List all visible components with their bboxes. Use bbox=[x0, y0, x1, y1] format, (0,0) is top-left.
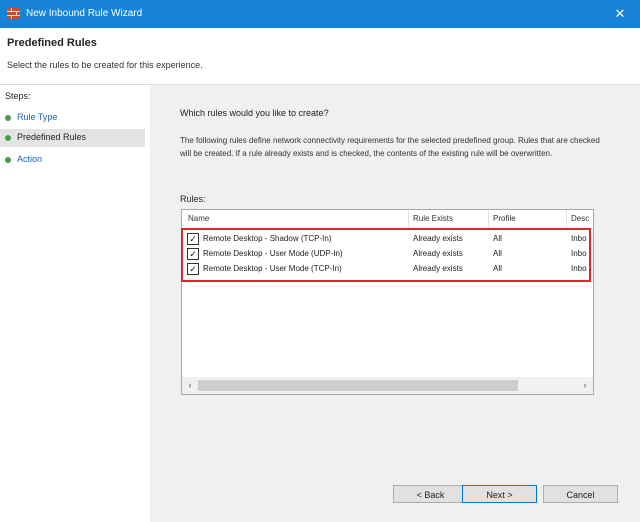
column-name[interactable]: Name bbox=[188, 214, 209, 223]
step-predefined-rules[interactable]: Predefined Rules bbox=[0, 129, 145, 147]
rule-profile: All bbox=[493, 264, 502, 273]
horizontal-scrollbar[interactable]: ‹ › bbox=[182, 377, 593, 394]
rule-description: Inbo bbox=[571, 249, 587, 258]
rule-name: Remote Desktop - User Mode (UDP-In) bbox=[203, 249, 343, 258]
question-text: Which rules would you like to create? bbox=[180, 108, 329, 118]
page-title: Predefined Rules bbox=[7, 37, 97, 49]
main-panel: Which rules would you like to create? Th… bbox=[150, 85, 640, 522]
table-row[interactable]: ✓ Remote Desktop - User Mode (TCP-In) Al… bbox=[182, 262, 593, 277]
step-dot-icon bbox=[5, 115, 11, 121]
rule-exists: Already exists bbox=[413, 234, 463, 243]
wizard-header: Predefined Rules Select the rules to be … bbox=[0, 28, 640, 85]
firewall-icon bbox=[7, 8, 20, 19]
steps-panel: Steps: Rule Type Predefined Rules Action bbox=[0, 85, 148, 522]
rule-checkbox[interactable]: ✓ bbox=[187, 263, 199, 275]
column-separator[interactable] bbox=[566, 210, 567, 228]
column-separator[interactable] bbox=[488, 210, 489, 228]
column-profile[interactable]: Profile bbox=[493, 214, 516, 223]
rule-description: Inbo bbox=[571, 264, 587, 273]
steps-label: Steps: bbox=[5, 91, 31, 101]
step-dot-icon bbox=[5, 157, 11, 163]
column-rule-exists[interactable]: Rule Exists bbox=[413, 214, 453, 223]
description-text: The following rules define network conne… bbox=[180, 136, 600, 158]
table-row[interactable]: ✓ Remote Desktop - User Mode (UDP-In) Al… bbox=[182, 247, 593, 262]
rule-description: Inbo bbox=[571, 234, 587, 243]
title-bar: New Inbound Rule Wizard ✕ bbox=[0, 0, 640, 28]
next-button[interactable]: Next > bbox=[462, 485, 537, 503]
scroll-thumb[interactable] bbox=[198, 380, 518, 391]
rule-exists: Already exists bbox=[413, 249, 463, 258]
rule-exists: Already exists bbox=[413, 264, 463, 273]
step-rule-type[interactable]: Rule Type bbox=[0, 109, 145, 127]
page-subtitle: Select the rules to be created for this … bbox=[7, 60, 203, 70]
window-title: New Inbound Rule Wizard bbox=[26, 8, 143, 19]
table-row[interactable]: ✓ Remote Desktop - Shadow (TCP-In) Alrea… bbox=[182, 232, 593, 247]
step-action[interactable]: Action bbox=[0, 151, 145, 169]
scroll-left-icon[interactable]: ‹ bbox=[183, 380, 197, 390]
rule-checkbox[interactable]: ✓ bbox=[187, 233, 199, 245]
rules-label: Rules: bbox=[180, 194, 206, 204]
scroll-right-icon[interactable]: › bbox=[578, 380, 592, 390]
rule-profile: All bbox=[493, 234, 502, 243]
step-label: Predefined Rules bbox=[17, 132, 87, 142]
rules-list[interactable]: Name Rule Exists Profile Desc ✓ Remote D… bbox=[181, 209, 594, 395]
rule-checkbox[interactable]: ✓ bbox=[187, 248, 199, 260]
step-dot-icon bbox=[5, 135, 11, 141]
cancel-button[interactable]: Cancel bbox=[543, 485, 618, 503]
step-label: Rule Type bbox=[17, 112, 58, 122]
back-button[interactable]: < Back bbox=[393, 485, 468, 503]
rule-name: Remote Desktop - Shadow (TCP-In) bbox=[203, 234, 332, 243]
rule-name: Remote Desktop - User Mode (TCP-In) bbox=[203, 264, 342, 273]
step-label: Action bbox=[17, 154, 43, 164]
rule-profile: All bbox=[493, 249, 502, 258]
close-icon[interactable]: ✕ bbox=[600, 0, 640, 28]
list-header: Name Rule Exists Profile Desc bbox=[182, 210, 593, 229]
column-description[interactable]: Desc bbox=[571, 214, 589, 223]
column-separator[interactable] bbox=[408, 210, 409, 228]
